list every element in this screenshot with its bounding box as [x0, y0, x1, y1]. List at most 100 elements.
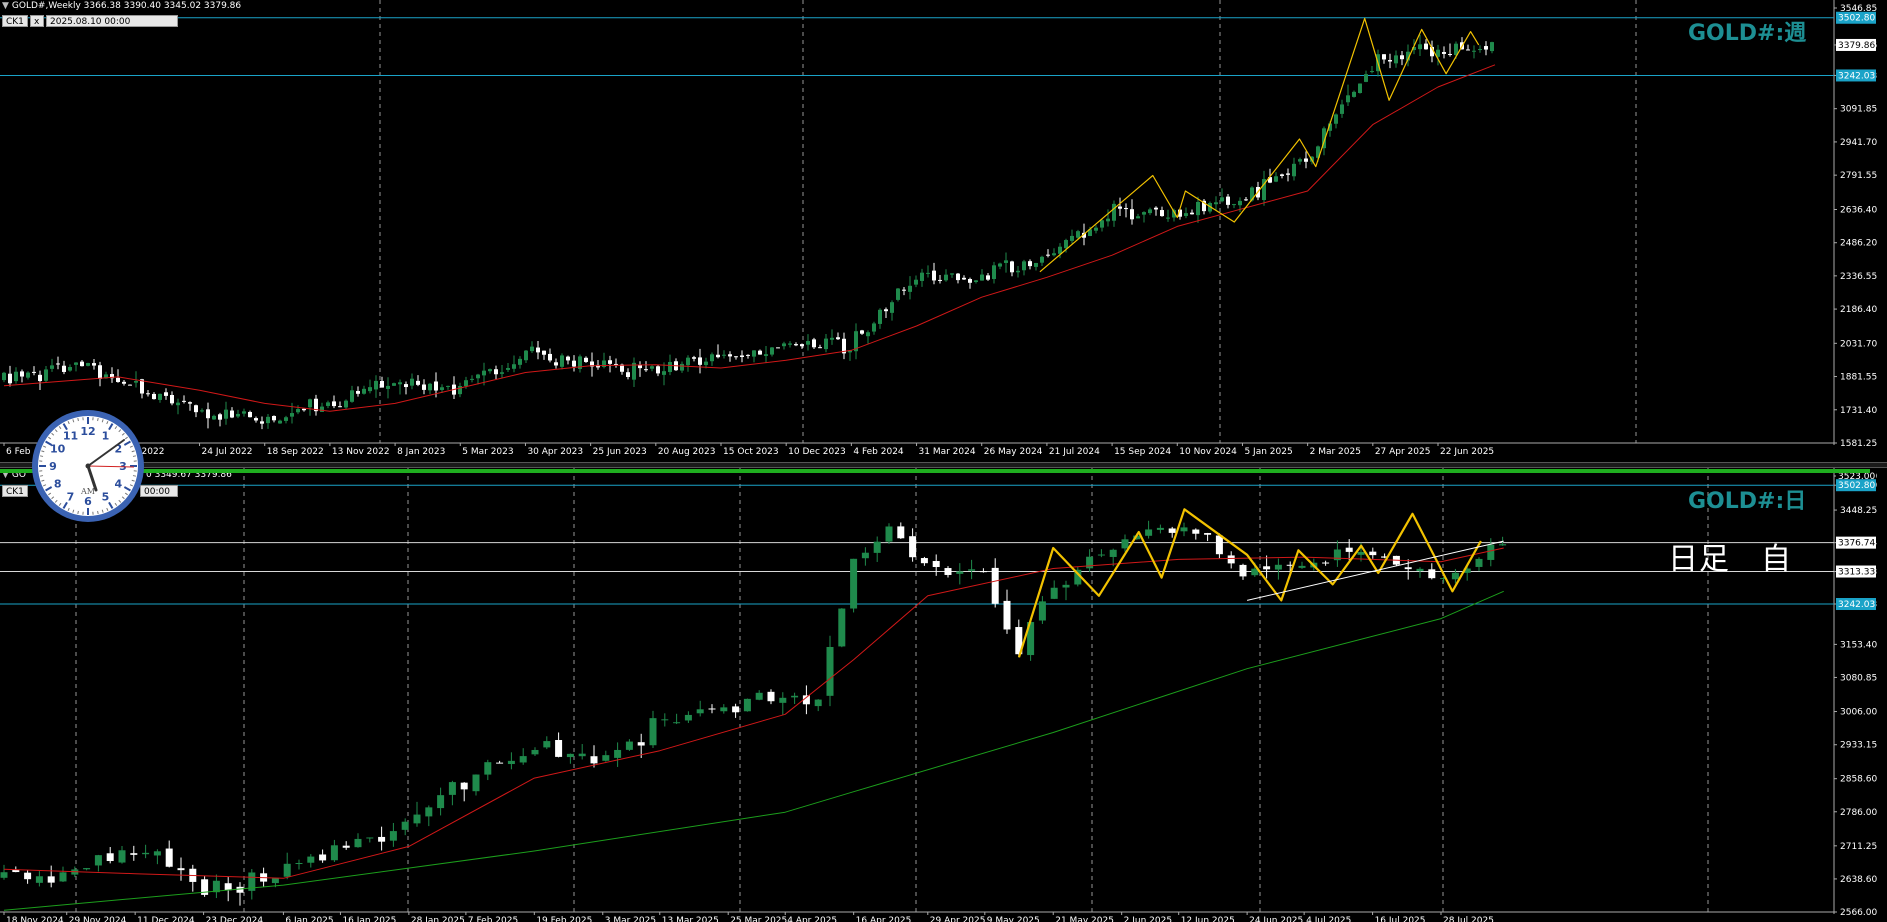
candle-body — [661, 719, 669, 721]
candle-body — [0, 872, 8, 878]
candle-body — [1180, 527, 1188, 532]
candle-body — [1016, 270, 1020, 273]
candle-body — [366, 837, 374, 839]
candle-body — [746, 354, 750, 356]
candle-body — [176, 402, 180, 406]
candle-body — [608, 360, 612, 364]
candle-body — [1274, 564, 1282, 570]
candle-body — [944, 274, 948, 281]
candle-body — [1050, 587, 1058, 599]
weekly-chart-panel[interactable]: 3546.853379.863242.033091.852941.702791.… — [0, 0, 1887, 462]
candle-body — [572, 360, 576, 367]
candle-body — [434, 381, 438, 391]
candle-body — [242, 411, 246, 414]
candle-body — [1106, 218, 1110, 222]
candle-body — [1286, 173, 1290, 175]
candle-body — [814, 699, 822, 707]
candle-body — [734, 356, 738, 358]
zigzag-line — [1039, 17, 1480, 273]
candle-body — [224, 409, 228, 419]
clock-numeral: 7 — [67, 490, 75, 503]
candle-body — [826, 646, 834, 696]
candle-body — [302, 408, 306, 411]
candle-body — [284, 417, 288, 421]
price-tick-label: 2858.60 — [1840, 775, 1877, 785]
price-tick-label: 2786.00 — [1840, 808, 1877, 818]
candle-body — [770, 347, 774, 355]
candle-body — [758, 350, 762, 355]
candle-body — [1130, 209, 1134, 220]
candle-body — [548, 353, 552, 361]
candle-body — [698, 357, 702, 365]
candle-body — [1428, 569, 1436, 579]
candle-body — [590, 756, 598, 764]
candle-body — [962, 277, 966, 280]
candle-body — [35, 876, 43, 883]
clock-numeral: 1 — [102, 430, 110, 443]
candle-body — [902, 289, 906, 291]
daily-chart-panel[interactable]: 3523.003502.803448.253376.743313.333242.… — [0, 468, 1887, 922]
candle-body — [1196, 201, 1200, 216]
weekly-date-field[interactable]: 2025.08.10 00:00 — [46, 15, 178, 27]
candle-body — [1154, 207, 1158, 210]
candle-body — [260, 421, 264, 424]
candle-body — [446, 385, 450, 387]
candle-body — [1490, 42, 1494, 52]
candle-body — [1334, 114, 1338, 124]
candle-body — [914, 279, 918, 285]
candle-body — [732, 706, 740, 713]
candle-body — [980, 274, 984, 281]
candle-body — [422, 384, 426, 390]
candle-body — [1215, 535, 1223, 555]
candle-body — [728, 354, 732, 357]
candle-body — [354, 838, 362, 848]
candle-body — [614, 749, 622, 758]
candle-body — [800, 344, 804, 347]
time-tick-label: 25 Mar 2025 — [730, 916, 787, 922]
weekly-x-button[interactable]: x — [30, 15, 44, 27]
collapse-triangle-icon[interactable]: ▼ — [2, 1, 9, 11]
candle-body — [98, 365, 102, 379]
candle-body — [338, 406, 342, 408]
candle-body — [625, 741, 633, 750]
daily-ck-button[interactable]: CK1 — [2, 485, 28, 497]
candle-body — [386, 385, 390, 389]
clock-numeral: 8 — [54, 478, 62, 491]
candle-body — [554, 362, 558, 366]
candle-body — [118, 850, 126, 863]
candle-body — [26, 372, 30, 378]
candle-body — [212, 415, 216, 420]
time-tick-label: 27 Apr 2025 — [1375, 447, 1431, 457]
candle-body — [177, 868, 185, 871]
candle-body — [80, 361, 84, 367]
candle-body — [602, 755, 610, 761]
candle-body — [307, 856, 315, 863]
candle-body — [956, 273, 960, 281]
candle-body — [860, 330, 864, 334]
candle-body — [692, 357, 696, 359]
candle-body — [818, 347, 822, 349]
candle-body — [1388, 60, 1392, 62]
candle-body — [152, 393, 156, 400]
candle-body — [979, 571, 987, 573]
candle-body — [1424, 43, 1428, 50]
price-tick-label: 2636.40 — [1840, 205, 1877, 215]
candle-body — [519, 756, 527, 763]
candle-body — [1298, 159, 1302, 162]
candle-body — [968, 569, 976, 571]
candle-body — [884, 309, 888, 312]
candle-body — [482, 370, 486, 376]
candle-body — [2, 372, 6, 381]
weekly-chart-svg[interactable]: 3546.853379.863242.033091.852941.702791.… — [0, 0, 1887, 462]
weekly-ck-button[interactable]: CK1 — [2, 15, 28, 27]
candle-body — [106, 853, 114, 862]
time-tick-label: 19 Feb 2025 — [536, 916, 592, 922]
candle-body — [649, 718, 657, 746]
analog-clock-widget[interactable]: 1234567891011 12 AM — [30, 408, 146, 524]
candle-body — [684, 714, 692, 721]
candle-body — [437, 795, 445, 809]
candle-body — [283, 863, 291, 877]
candle-body — [320, 406, 324, 412]
daily-chart-svg[interactable]: 3523.003502.803448.253376.743313.333242.… — [0, 468, 1887, 922]
candle-body — [1274, 176, 1278, 182]
